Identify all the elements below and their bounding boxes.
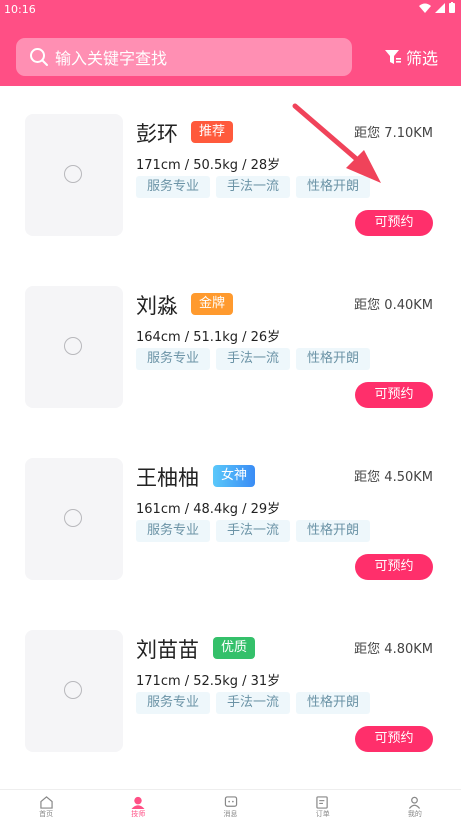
user-icon xyxy=(409,796,421,809)
home-icon xyxy=(39,796,53,809)
loading-icon xyxy=(64,509,82,527)
tag: 性格开朗 xyxy=(296,176,371,198)
technician-card[interactable]: 彭环 推荐 距您 7.10KM 171cm / 50.5kg / 28岁 服务专… xyxy=(0,86,461,258)
distance: 距您 4.80KM xyxy=(354,642,433,657)
loading-icon xyxy=(64,165,82,183)
filter-button[interactable]: 筛选 xyxy=(384,44,438,70)
tag: 性格开朗 xyxy=(296,520,371,542)
tag-list: 服务专业 手法一流 性格开朗 xyxy=(136,176,371,198)
status-time: 10:16 xyxy=(4,3,36,16)
body-stats: 164cm / 51.1kg / 26岁 xyxy=(136,330,281,345)
tab-home[interactable]: 首页 xyxy=(0,790,92,820)
technician-name: 刘淼 xyxy=(136,294,178,318)
order-icon xyxy=(316,796,328,809)
person-icon xyxy=(131,796,145,809)
filter-icon xyxy=(385,50,401,64)
technician-name: 王柚柚 xyxy=(136,466,199,490)
tag: 服务专业 xyxy=(136,348,211,370)
tag-list: 服务专业 手法一流 性格开朗 xyxy=(136,692,371,714)
tab-label: 消息 xyxy=(223,810,238,818)
tag: 服务专业 xyxy=(136,176,211,198)
body-stats: 161cm / 48.4kg / 29岁 xyxy=(136,502,281,517)
avatar xyxy=(25,458,123,580)
tag: 性格开朗 xyxy=(296,692,371,714)
level-badge: 女神 xyxy=(213,465,256,487)
distance: 距您 7.10KM xyxy=(354,126,433,141)
search-input[interactable]: 输入关键字查找 xyxy=(16,38,352,76)
avatar xyxy=(25,114,123,236)
signal-icon xyxy=(435,2,445,13)
bottom-tab-bar: 首页 技师 消息 订单 我的 xyxy=(0,789,461,820)
tab-label: 我的 xyxy=(407,810,422,818)
battery-icon xyxy=(449,2,455,13)
book-button[interactable]: 可预约 xyxy=(355,554,433,580)
technician-name: 刘苗苗 xyxy=(136,638,199,662)
loading-icon xyxy=(64,681,82,699)
level-badge: 优质 xyxy=(213,637,256,659)
avatar xyxy=(25,286,123,408)
technician-name: 彭环 xyxy=(136,122,178,146)
tag: 手法一流 xyxy=(216,520,291,542)
status-icons xyxy=(419,2,455,13)
wifi-icon xyxy=(419,3,431,13)
tag: 手法一流 xyxy=(216,692,291,714)
tag: 服务专业 xyxy=(136,692,211,714)
body-stats: 171cm / 52.5kg / 31岁 xyxy=(136,674,281,689)
tab-technicians[interactable]: 技师 xyxy=(92,790,184,820)
tab-label: 首页 xyxy=(39,810,54,818)
body-stats: 171cm / 50.5kg / 28岁 xyxy=(136,158,281,173)
tag-list: 服务专业 手法一流 性格开朗 xyxy=(136,520,371,542)
tag: 性格开朗 xyxy=(296,348,371,370)
tab-label: 订单 xyxy=(315,810,330,818)
header: 10:16 输入关键字查找 筛选 xyxy=(0,0,461,86)
status-bar: 10:16 xyxy=(0,0,461,20)
loading-icon xyxy=(64,337,82,355)
tab-orders[interactable]: 订单 xyxy=(277,790,369,820)
level-badge: 金牌 xyxy=(191,293,234,315)
tab-messages[interactable]: 消息 xyxy=(184,790,276,820)
tag: 手法一流 xyxy=(216,176,291,198)
search-icon xyxy=(30,48,48,66)
distance: 距您 0.40KM xyxy=(354,298,433,313)
book-button[interactable]: 可预约 xyxy=(355,726,433,752)
tag: 服务专业 xyxy=(136,520,211,542)
level-badge: 推荐 xyxy=(191,121,234,143)
distance: 距您 4.50KM xyxy=(354,470,433,485)
message-icon xyxy=(224,796,237,807)
technician-card[interactable]: 王柚柚 女神 距您 4.50KM 161cm / 48.4kg / 29岁 服务… xyxy=(0,430,461,602)
search-placeholder: 输入关键字查找 xyxy=(55,49,168,68)
book-button[interactable]: 可预约 xyxy=(355,210,433,236)
technician-card[interactable]: 刘淼 金牌 距您 0.40KM 164cm / 51.1kg / 26岁 服务专… xyxy=(0,258,461,430)
book-button[interactable]: 可预约 xyxy=(355,382,433,408)
tag: 手法一流 xyxy=(216,348,291,370)
filter-label: 筛选 xyxy=(406,49,439,68)
tab-profile[interactable]: 我的 xyxy=(369,790,461,820)
tag-list: 服务专业 手法一流 性格开朗 xyxy=(136,348,371,370)
tab-label: 技师 xyxy=(131,810,146,818)
avatar xyxy=(25,630,123,752)
technician-card[interactable]: 刘苗苗 优质 距您 4.80KM 171cm / 52.5kg / 31岁 服务… xyxy=(0,602,461,774)
